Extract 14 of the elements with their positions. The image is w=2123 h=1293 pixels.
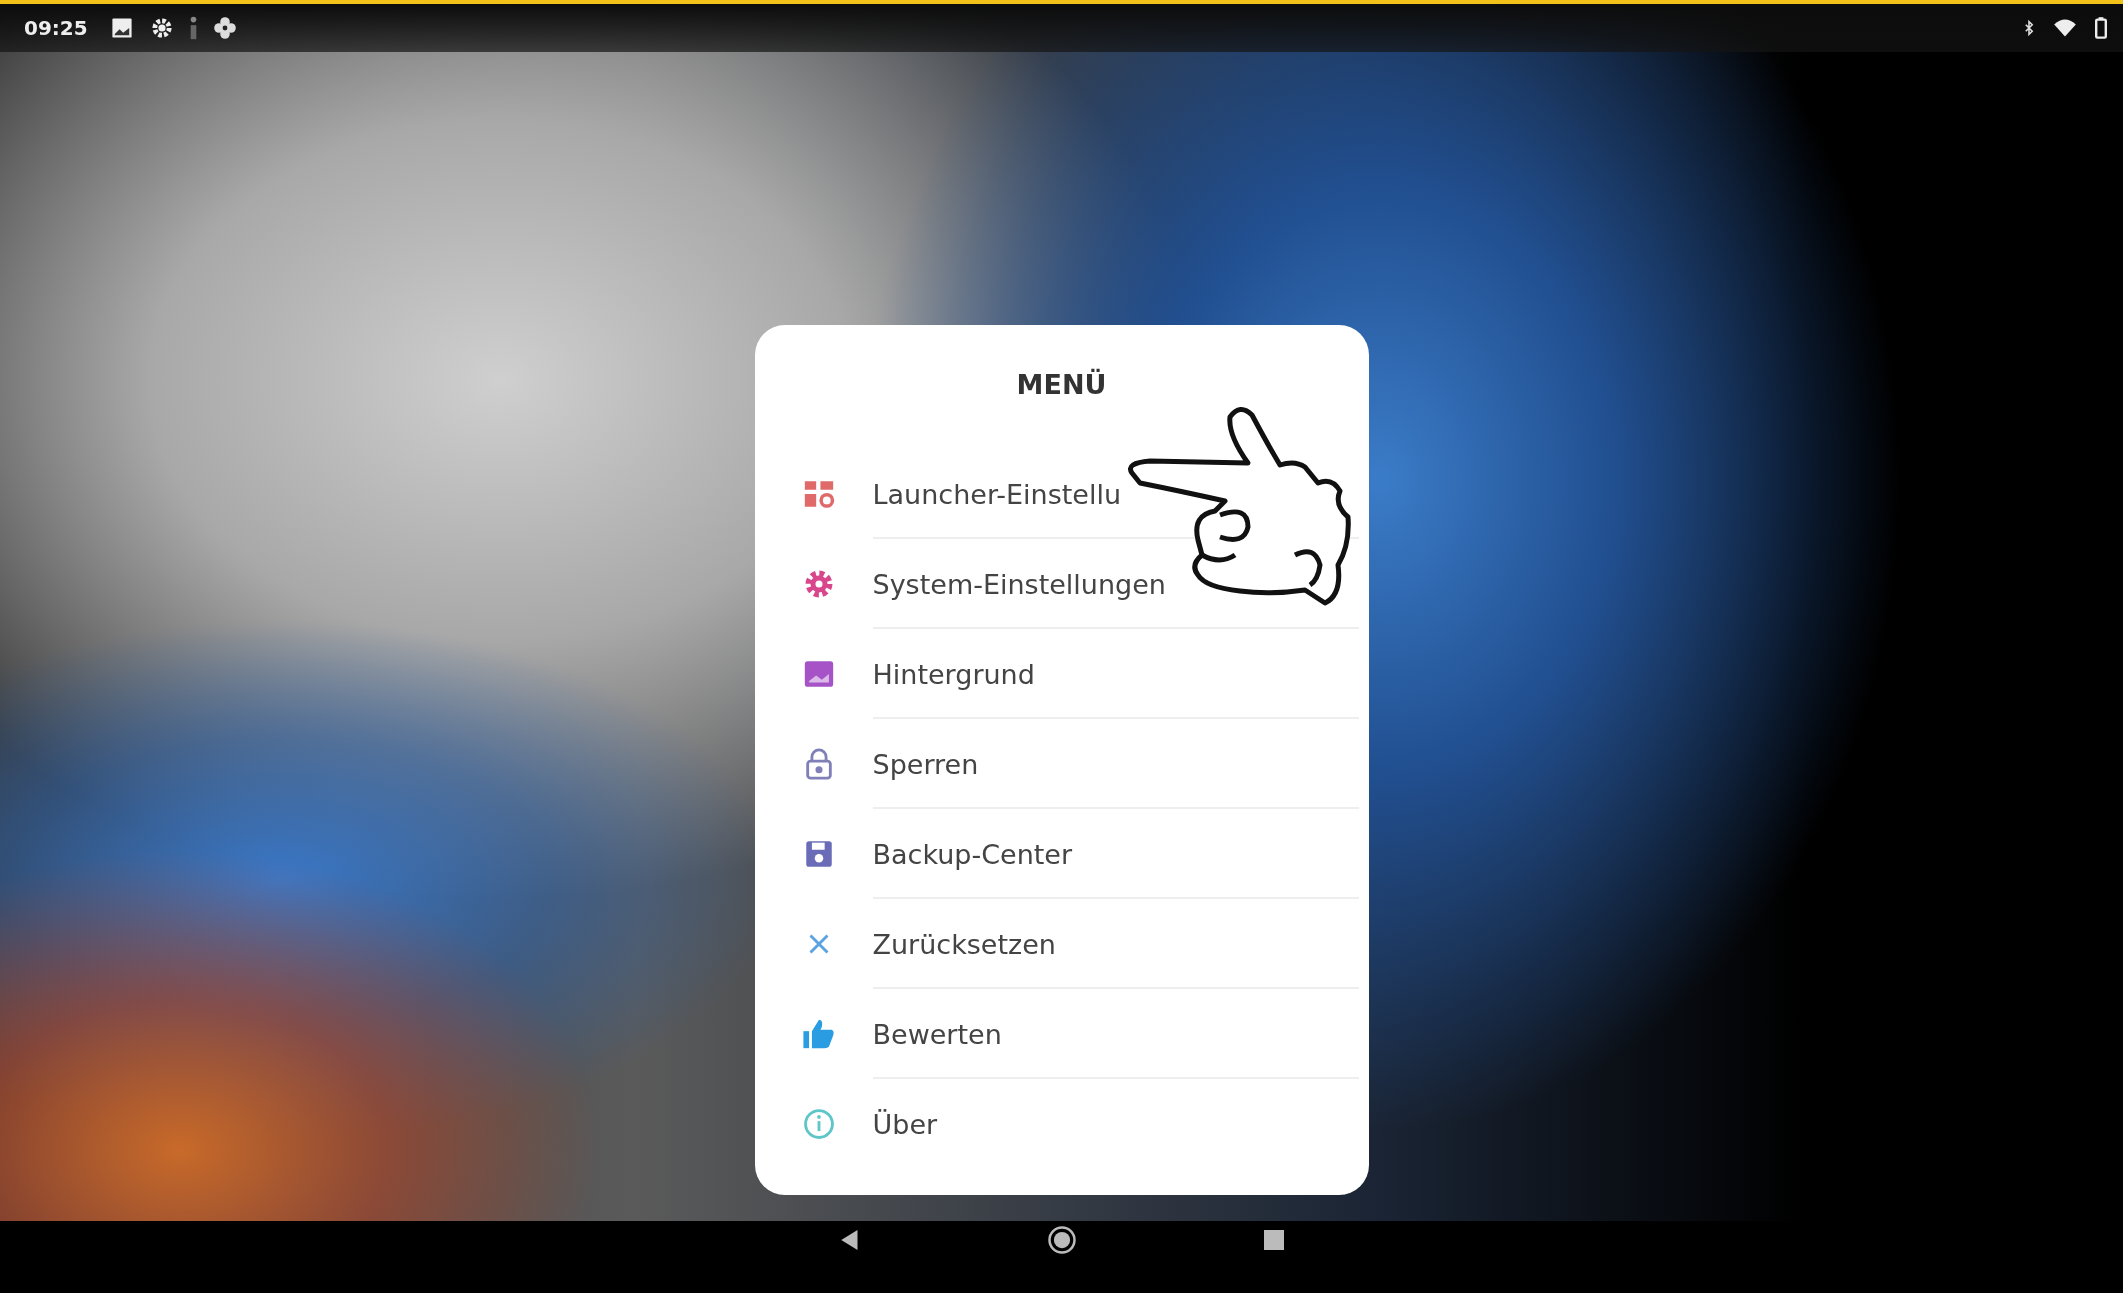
settings-notification-icon xyxy=(149,16,174,40)
menu-item[interactable]: Launcher-Einstellu xyxy=(754,449,1369,539)
menu-item[interactable]: Backup-Center xyxy=(754,809,1369,899)
menu-item[interactable]: Über xyxy=(754,1079,1369,1169)
menu-item[interactable]: Zurücksetzen xyxy=(754,899,1369,989)
menu-item[interactable]: Bewerten xyxy=(754,989,1369,1079)
image-notification-icon xyxy=(109,16,134,40)
menu-item[interactable]: System-Einstellungen xyxy=(754,539,1369,629)
status-time: 09:25 xyxy=(24,16,88,40)
home-button[interactable] xyxy=(1046,1225,1077,1255)
menu-item[interactable]: Sperren xyxy=(754,719,1369,809)
menu-title: MENÜ xyxy=(1015,367,1108,402)
menu-item[interactable]: Hintergrund xyxy=(754,629,1369,719)
battery-icon xyxy=(2093,16,2109,40)
